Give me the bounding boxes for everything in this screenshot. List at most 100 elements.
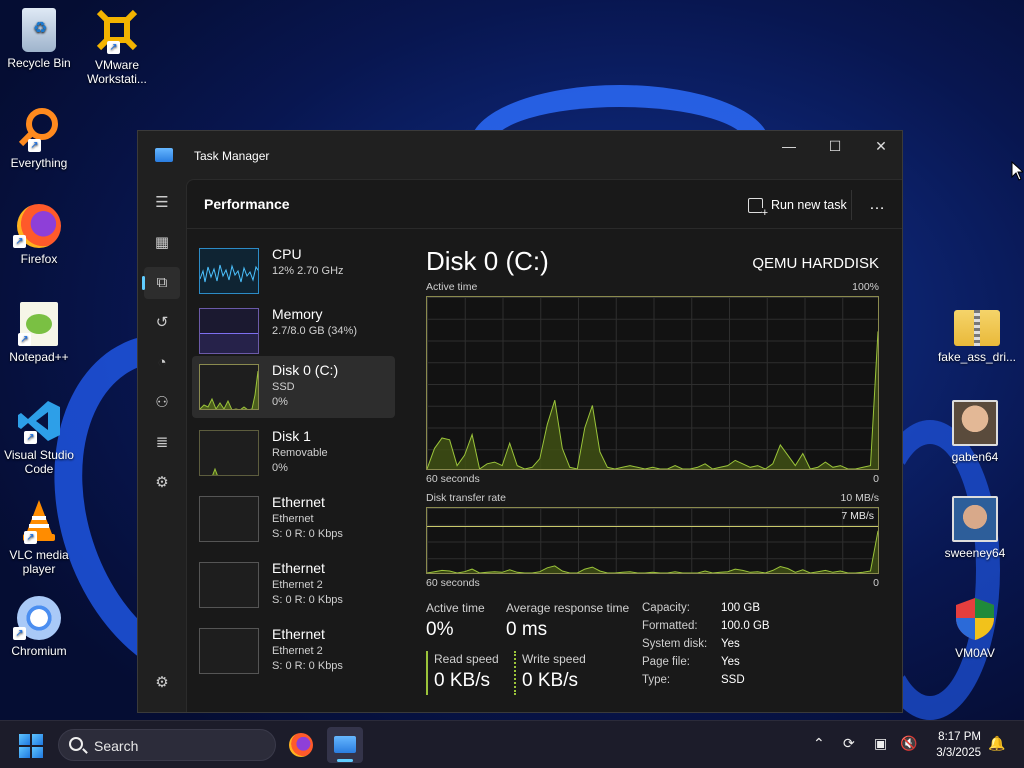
stat-read-label: Read speed xyxy=(434,652,499,666)
desktop-icon-vmware[interactable]: ↗ VMware Workstati... xyxy=(78,6,156,86)
transfer-rate-graph: 7 MB/s xyxy=(426,507,879,574)
desktop-icon-vm0av[interactable]: VM0AV xyxy=(936,596,1014,660)
show-hidden-icons-chevron-icon[interactable]: ⌃ xyxy=(813,735,825,752)
desktop-icon-label: Recycle Bin xyxy=(7,56,71,70)
desktop-icon-label: VLC media player xyxy=(9,548,69,576)
taskbar-firefox-button[interactable] xyxy=(283,727,319,763)
close-button[interactable]: ✕ xyxy=(858,131,904,163)
desktop-icon-vlc[interactable]: ↗ VLC media player xyxy=(0,498,78,576)
property-value: Yes xyxy=(721,638,740,650)
properties-keys: Capacity: Formatted: System disk: Page f… xyxy=(642,599,707,689)
device-sub1: Ethernet xyxy=(272,513,314,525)
property-value: 100.0 GB xyxy=(721,620,770,632)
device-name: Memory xyxy=(272,306,323,322)
task-manager-app-icon xyxy=(155,148,173,162)
transfer-rate-graph-xlabel: 60 seconds xyxy=(426,577,480,589)
device-item-ethernet-1[interactable]: Ethernet Ethernet S: 0 R: 0 Kbps xyxy=(192,488,395,550)
desktop-icon-label: fake_ass_dri... xyxy=(937,350,1017,364)
run-new-task-label: Run new task xyxy=(771,198,847,212)
device-name: Disk 0 (C:) xyxy=(272,362,339,378)
device-sub1: SSD xyxy=(272,381,295,393)
minimize-button[interactable]: — xyxy=(766,131,812,163)
device-sub2: 0% xyxy=(272,462,288,474)
settings-gear-icon[interactable]: ⚙ xyxy=(147,668,177,698)
processes-tab-icon[interactable]: ▦ xyxy=(144,227,180,259)
stat-write-label: Write speed xyxy=(522,652,586,666)
desktop-icon-gaben64[interactable]: gaben64 xyxy=(936,400,1014,464)
desktop-icon-everything[interactable]: ↗ Everything xyxy=(0,106,78,170)
nav-rail: ☰ ▦ ⧉ ↺ ◔ ⚇ ≣ ⚙ ⚙ xyxy=(138,179,186,712)
performance-tab-icon[interactable]: ⧉ xyxy=(142,267,180,299)
property-key: Type: xyxy=(642,674,671,686)
property-value: 100 GB xyxy=(721,602,760,614)
desktop-icon-zip-folder[interactable]: fake_ass_dri... xyxy=(936,304,1018,364)
chart-area-fill xyxy=(427,331,878,469)
notepad-plus-plus-icon: ↗ xyxy=(18,302,58,346)
read-speed-indicator xyxy=(426,651,428,695)
device-sub1: 2.7/8.0 GB (34%) xyxy=(272,325,357,337)
desktop-icon-label: Visual Studio Code xyxy=(4,448,74,476)
startup-apps-tab-icon[interactable]: ◔ xyxy=(144,347,180,379)
shield-icon xyxy=(952,596,998,642)
property-value: SSD xyxy=(721,674,745,686)
device-item-ethernet-2[interactable]: Ethernet Ethernet 2 S: 0 R: 0 Kbps xyxy=(192,554,395,616)
run-task-icon xyxy=(748,197,768,219)
run-new-task-button[interactable]: Run new task xyxy=(742,192,853,219)
desktop-icon-label: Firefox xyxy=(20,252,58,266)
everything-search-icon: ↗ xyxy=(16,106,62,152)
users-tab-icon[interactable]: ⚇ xyxy=(144,387,180,419)
desktop-icon-label: Chromium xyxy=(11,644,67,658)
taskbar-task-manager-button[interactable] xyxy=(327,727,363,763)
volume-muted-icon[interactable]: 🔇 xyxy=(900,735,917,752)
maximize-button[interactable]: ☐ xyxy=(812,131,858,163)
device-item-ethernet-3[interactable]: Ethernet Ethernet 2 S: 0 R: 0 Kbps xyxy=(192,620,395,682)
transfer-rate-graph-label: Disk transfer rate xyxy=(426,492,506,504)
performance-panel: Performance Run new task … CPU 12% 2.70 … xyxy=(186,179,902,712)
properties-values: 100 GB 100.0 GB Yes Yes SSD xyxy=(721,599,770,689)
desktop-icon-recycle-bin[interactable]: ♻ Recycle Bin xyxy=(0,8,78,70)
chart-series-line xyxy=(427,530,878,573)
disk1-thumbnail-graph xyxy=(199,430,259,476)
desktop-icon-vscode[interactable]: ↗ Visual Studio Code xyxy=(0,398,78,476)
disk-model: QEMU HARDDISK xyxy=(752,255,879,272)
device-item-disk-0[interactable]: Disk 0 (C:) SSD 0% xyxy=(192,356,395,418)
start-button[interactable] xyxy=(19,734,43,758)
device-sub1: Ethernet 2 xyxy=(272,579,323,591)
title-bar[interactable]: Task Manager — ☐ ✕ xyxy=(138,131,902,179)
more-options-button[interactable]: … xyxy=(862,190,892,220)
notification-bell-icon[interactable]: 🔔 xyxy=(988,735,1005,752)
recycle-bin-icon: ♻ xyxy=(22,8,56,52)
property-key: System disk: xyxy=(642,638,708,650)
ethernet-thumbnail-graph xyxy=(199,628,259,674)
task-manager-icon xyxy=(334,736,356,753)
desktop-icon-notepad-plus-plus[interactable]: ↗ Notepad++ xyxy=(0,302,78,364)
services-tab-icon[interactable]: ⚙ xyxy=(144,467,180,499)
desktop-icon-chromium[interactable]: ↗ Chromium xyxy=(0,596,78,658)
transfer-rate-graph-xmin: 0 xyxy=(873,577,879,589)
transfer-rate-reference-label: 7 MB/s xyxy=(841,510,874,522)
desktop-icon-label: Notepad++ xyxy=(9,350,69,364)
desktop-icon-firefox[interactable]: ↗ Firefox xyxy=(0,204,78,266)
details-tab-icon[interactable]: ≣ xyxy=(144,427,180,459)
taskbar-search-box[interactable]: Search xyxy=(58,729,276,761)
transfer-rate-reference-line xyxy=(427,526,878,527)
stat-read-value: 0 KB/s xyxy=(434,670,490,691)
firefox-icon: ↗ xyxy=(13,204,61,248)
device-item-cpu[interactable]: CPU 12% 2.70 GHz xyxy=(192,240,395,302)
stat-avg-response-label: Average response time xyxy=(506,601,630,615)
device-item-disk-1[interactable]: Disk 1 Removable 0% xyxy=(192,422,395,484)
network-icon[interactable]: ▣ xyxy=(874,735,887,752)
hamburger-menu-button[interactable]: ☰ xyxy=(144,187,180,219)
app-history-tab-icon[interactable]: ↺ xyxy=(144,307,180,339)
chart-area-fill xyxy=(427,530,878,573)
property-key: Page file: xyxy=(642,656,690,668)
vscode-icon: ↗ xyxy=(16,398,62,444)
desktop-icon-sweeney64[interactable]: sweeney64 xyxy=(936,496,1014,560)
device-item-memory[interactable]: Memory 2.7/8.0 GB (34%) xyxy=(192,300,395,362)
task-manager-window: Task Manager — ☐ ✕ ☰ ▦ ⧉ ↺ ◔ ⚇ ≣ ⚙ ⚙ Per… xyxy=(137,130,903,713)
device-sub2: S: 0 R: 0 Kbps xyxy=(272,528,343,540)
device-name: Ethernet xyxy=(272,626,325,642)
ethernet-thumbnail-graph xyxy=(199,562,259,608)
taskbar-clock[interactable]: 8:17 PM 3/3/2025 xyxy=(924,729,981,761)
update-notification-icon[interactable]: ⟳ xyxy=(843,735,855,752)
